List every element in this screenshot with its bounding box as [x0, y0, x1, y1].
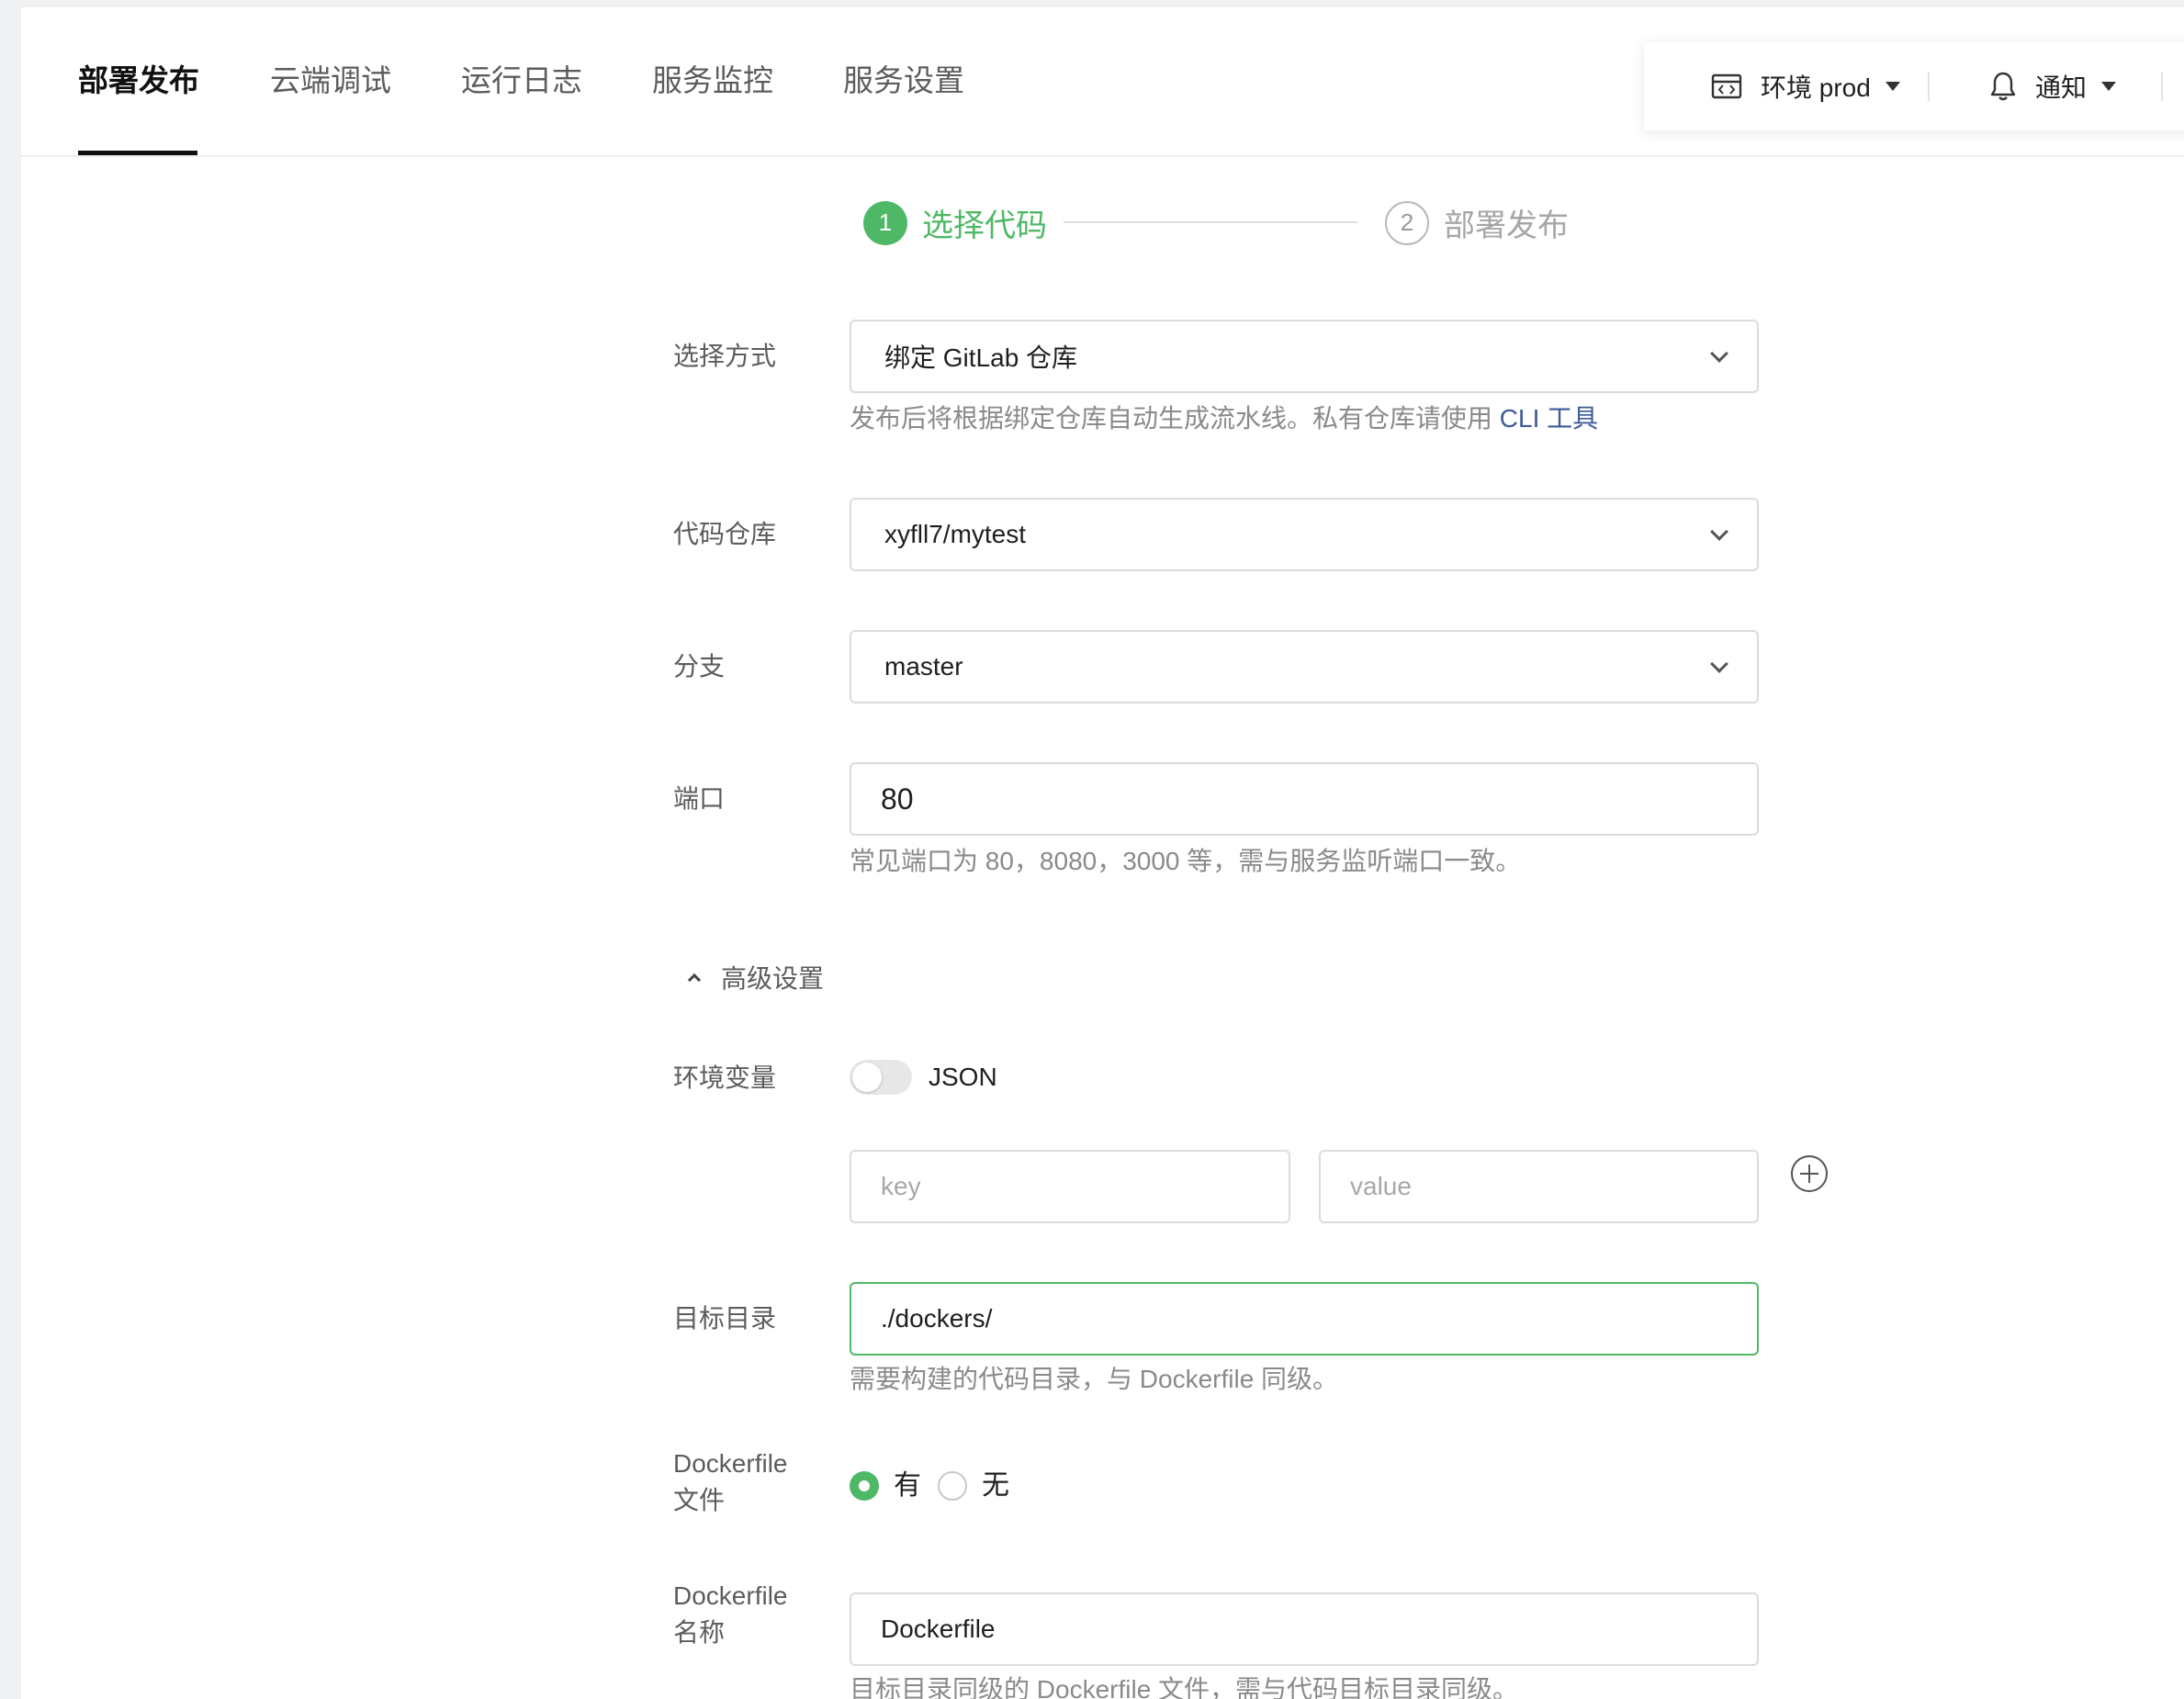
chevron-down-icon — [1710, 523, 1728, 541]
advanced-settings-label: 高级设置 — [721, 964, 825, 993]
chevron-down-icon — [1710, 344, 1728, 363]
target-dir-input[interactable] — [881, 1304, 1724, 1333]
repo-value: xyfll7/mytest — [884, 520, 1027, 548]
cli-tool-link[interactable]: CLI 工具 — [1500, 404, 1598, 433]
dockerfile-label-line1: Dockerfile — [673, 1449, 788, 1478]
toolbar-divider — [2161, 72, 2163, 101]
step-connector — [1064, 221, 1357, 223]
tab-run-logs[interactable]: 运行日志 — [461, 61, 582, 101]
json-toggle-label: JSON — [929, 1063, 997, 1091]
chevron-down-icon — [1710, 655, 1728, 673]
method-value: 绑定 GitLab 仓库 — [884, 343, 1078, 372]
repo-select[interactable]: xyfll7/mytest — [850, 498, 1759, 571]
env-selector[interactable]: 环境 prod — [1711, 68, 1900, 105]
chevron-up-icon — [687, 973, 702, 987]
step-number: 2 — [1385, 200, 1429, 245]
caret-down-icon — [1885, 82, 1900, 91]
dockerfile-no-radio[interactable] — [938, 1471, 967, 1501]
branch-value: master — [884, 652, 963, 681]
top-right-toolbar: 环境 prod 通知 — [1644, 42, 2184, 130]
branch-label: 分支 — [673, 652, 726, 681]
env-vars-label: 环境变量 — [673, 1063, 777, 1092]
dockerfile-yes-radio[interactable] — [850, 1471, 879, 1501]
port-field[interactable] — [850, 762, 1759, 836]
tab-monitoring[interactable]: 服务监控 — [652, 61, 773, 101]
method-label: 选择方式 — [673, 342, 777, 370]
dockerfile-name-field[interactable] — [850, 1592, 1759, 1666]
env-label: 环境 prod — [1761, 73, 1871, 102]
branch-select[interactable]: master — [850, 630, 1759, 703]
step-label: 选择代码 — [922, 208, 1047, 243]
tab-deploy[interactable]: 部署发布 — [78, 61, 199, 101]
tab-cloud-debug[interactable]: 云端调试 — [270, 61, 391, 101]
port-hint: 常见端口为 80，8080，3000 等，需与服务监听端口一致。 — [850, 847, 1522, 875]
notify-menu[interactable]: 通知 — [1989, 68, 2117, 105]
code-window-icon — [1711, 73, 1742, 99]
port-label: 端口 — [673, 784, 726, 813]
target-dir-field[interactable] — [850, 1282, 1759, 1356]
toolbar-divider — [1928, 72, 1930, 101]
dockerfile-name-label-line2: 名称 — [673, 1618, 726, 1647]
dockerfile-label-line2: 文件 — [673, 1486, 726, 1514]
dockerfile-name-input[interactable] — [881, 1615, 1724, 1644]
step-number: 1 — [863, 200, 907, 245]
target-dir-label: 目标目录 — [673, 1304, 777, 1333]
step-deploy: 2 部署发布 — [1385, 200, 1569, 245]
dockerfile-name-label-line1: Dockerfile — [673, 1581, 788, 1610]
step-label: 部署发布 — [1444, 208, 1569, 243]
target-dir-hint: 需要构建的代码目录，与 Dockerfile 同级。 — [850, 1365, 1339, 1393]
dockerfile-yes-label[interactable]: 有 — [894, 1468, 921, 1504]
json-toggle[interactable] — [850, 1060, 912, 1095]
caret-down-icon — [2101, 82, 2117, 91]
port-input[interactable] — [881, 782, 1724, 816]
step-select-code: 1 选择代码 — [863, 200, 1047, 245]
advanced-settings-toggle[interactable]: 高级设置 — [687, 959, 825, 996]
repo-label: 代码仓库 — [673, 520, 777, 548]
main-panel: 部署发布 云端调试 运行日志 服务监控 服务设置 环境 prod 通知 1 选择… — [21, 7, 2184, 1699]
method-hint: 发布后将根据绑定仓库自动生成流水线。私有仓库请使用 CLI 工具 — [850, 400, 1598, 437]
notify-label: 通知 — [2035, 73, 2088, 102]
active-tab-indicator — [78, 151, 197, 155]
dockerfile-no-label[interactable]: 无 — [982, 1468, 1009, 1504]
method-hint-text: 发布后将根据绑定仓库自动生成流水线。私有仓库请使用 — [850, 404, 1500, 433]
env-value-input[interactable] — [1350, 1172, 1724, 1201]
tab-settings[interactable]: 服务设置 — [843, 61, 964, 101]
add-env-var-icon[interactable] — [1791, 1155, 1828, 1192]
env-key-field[interactable] — [850, 1150, 1290, 1223]
env-key-input[interactable] — [881, 1172, 1255, 1201]
bell-icon — [1990, 72, 2016, 101]
toggle-knob — [852, 1063, 882, 1092]
env-value-field[interactable] — [1319, 1150, 1759, 1223]
dockerfile-name-hint: 目标目录同级的 Dockerfile 文件，需与代码目标目录同级。 — [850, 1675, 1519, 1699]
method-select[interactable]: 绑定 GitLab 仓库 — [850, 320, 1759, 393]
